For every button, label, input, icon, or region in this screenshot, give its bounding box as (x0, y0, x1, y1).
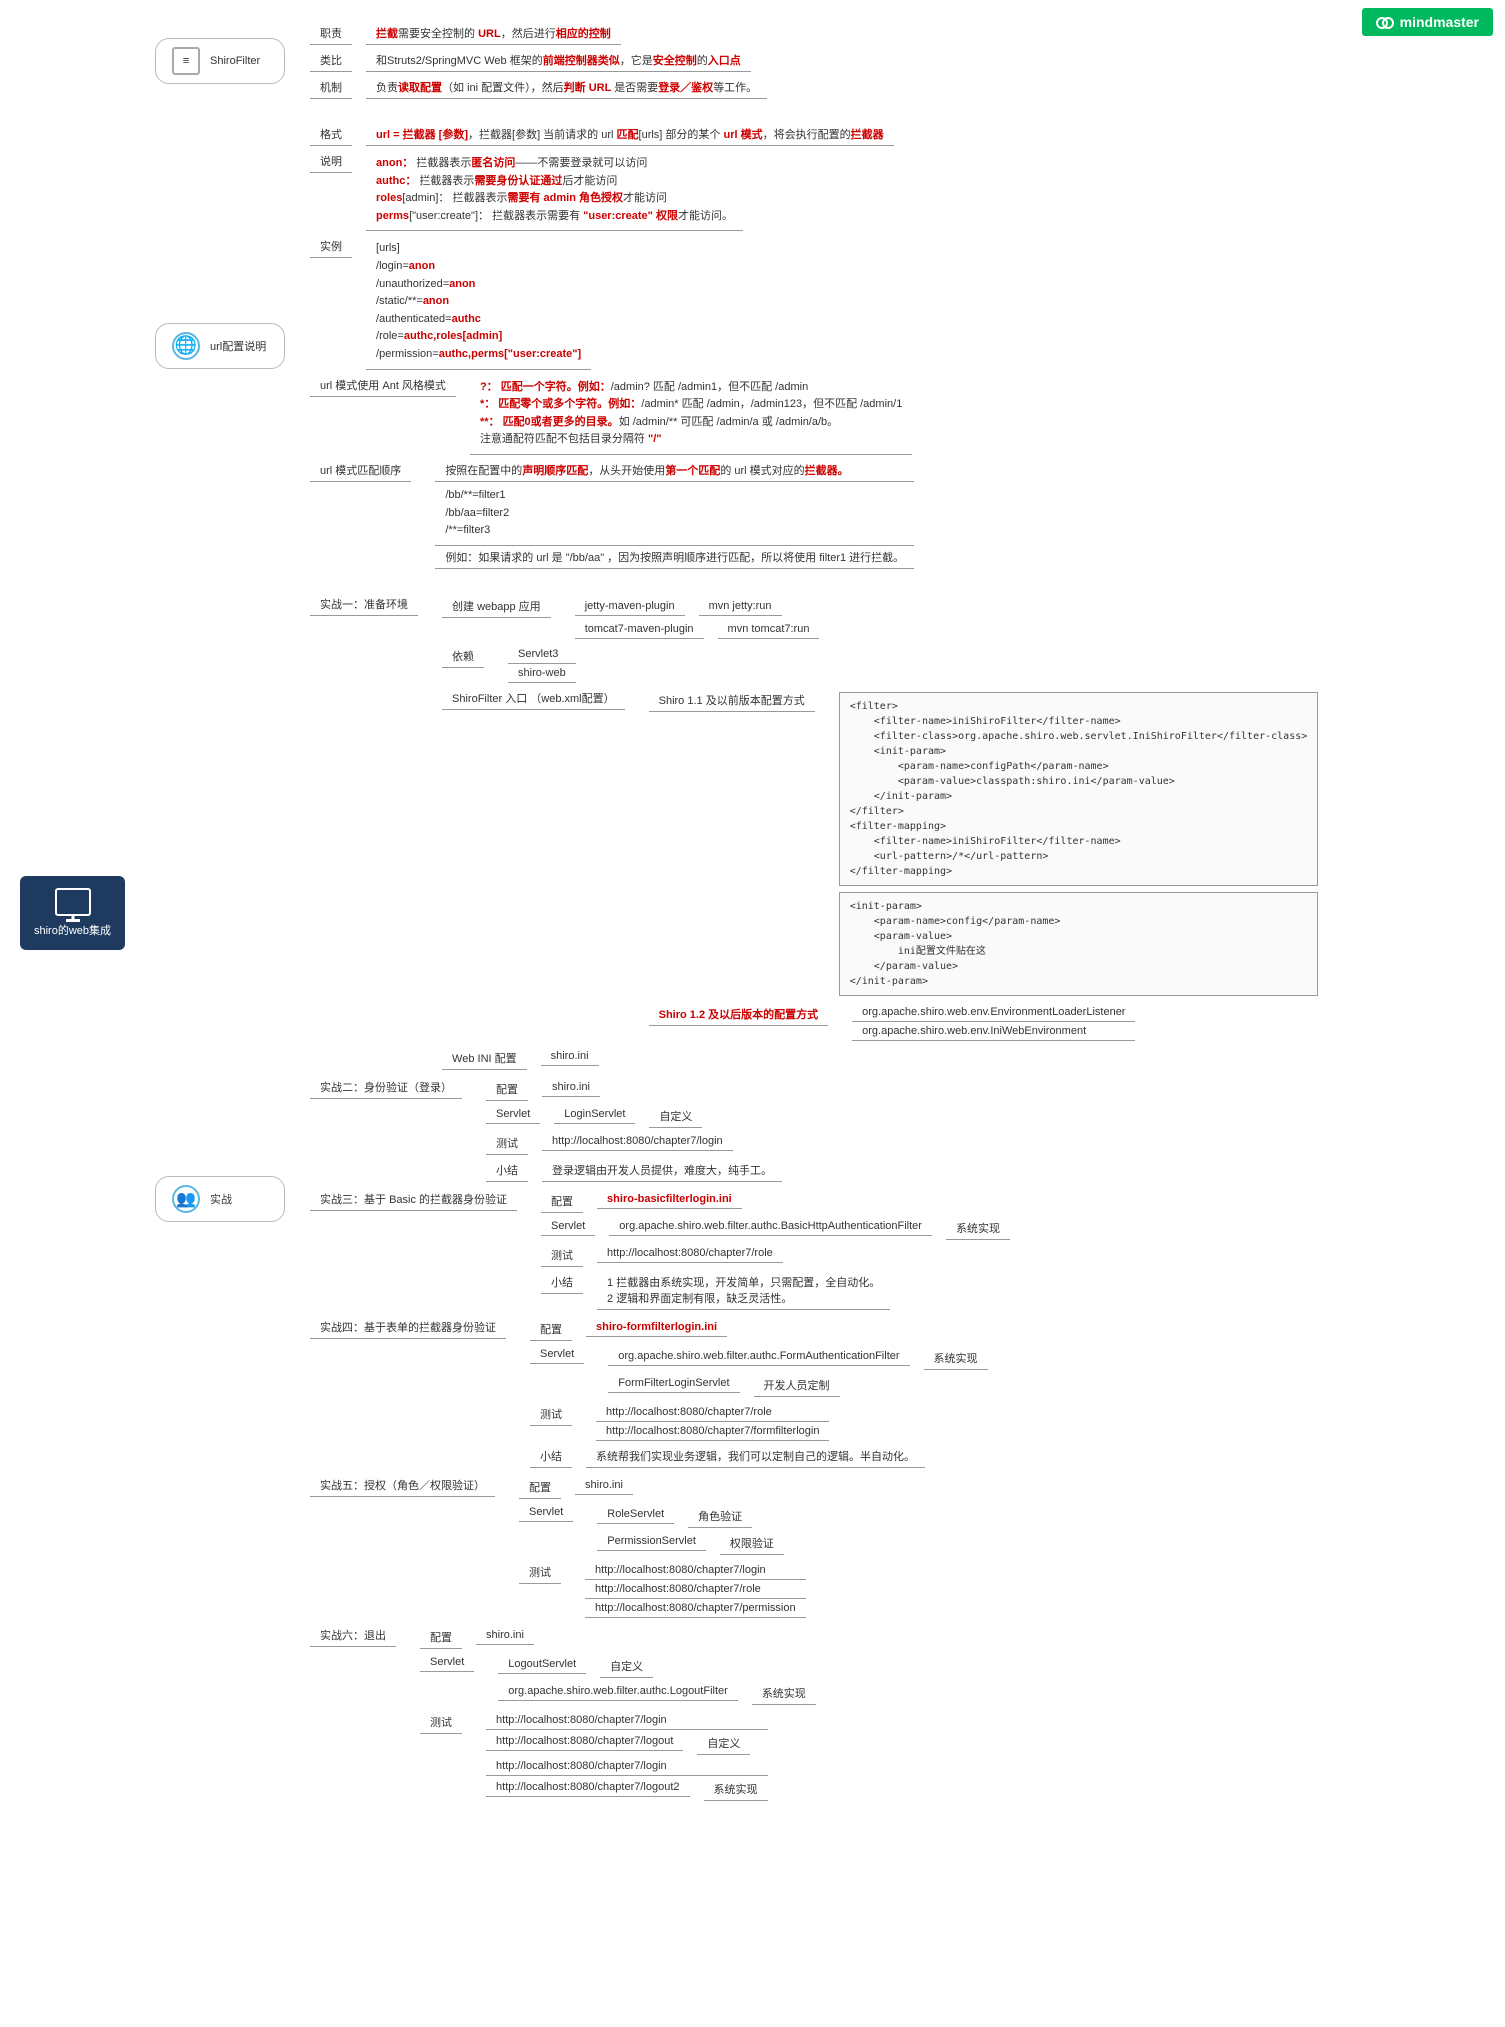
p4: 实战四：基于表单的拦截器身份验证 配置shiro-formfilterlogin… (310, 1316, 1318, 1470)
branch-practice: 实战 实战一：准备环境 创建 webapp 应用 jetty-maven-plu… (155, 591, 1318, 1807)
p6: 实战六：退出 配置shiro.ini Servlet LogoutServlet… (310, 1624, 1318, 1805)
logo-icon (1376, 15, 1394, 29)
node-practice[interactable]: 实战 (155, 1176, 285, 1222)
uc-example: 实例 [urls]/login=anon/unauthorized=anon/s… (310, 235, 914, 369)
uc-explain: 说明 anon： 拦截器表示匿名访问——不需要登录就可以访问 authc： 拦截… (310, 150, 914, 231)
uc-ant: url 模式使用 Ant 风格模式 ?： 匹配一个字符。例如：/admin? 匹… (310, 374, 914, 455)
mindmap: shiro的web集成 ≡ ShiroFilter 职责 拦截需要安全控制的 U… (20, 20, 1485, 1807)
uc-format: 格式 url = 拦截器 [参数]，拦截器[参数] 当前请求的 url 匹配[u… (310, 123, 914, 146)
sf-row-1: 类比 和Struts2/SpringMVC Web 框架的前端控制器类似，它是安… (310, 49, 767, 72)
doc-icon: ≡ (172, 47, 200, 75)
branch-urlconfig: url配置说明 格式 url = 拦截器 [参数]，拦截器[参数] 当前请求的 … (155, 121, 1318, 571)
root-node[interactable]: shiro的web集成 (20, 876, 125, 950)
shirofilter-title: ShiroFilter (210, 55, 260, 67)
node-shirofilter[interactable]: ≡ ShiroFilter (155, 38, 285, 84)
root-title: shiro的web集成 (34, 922, 111, 938)
p5: 实战五：授权（角色／权限验证） 配置shiro.ini Servlet Role… (310, 1474, 1318, 1620)
monitor-icon (55, 888, 91, 916)
globe-icon (172, 332, 200, 360)
sf-row-2: 机制 负责读取配置（如 ini 配置文件），然后判断 URL 是否需要登录／鉴权… (310, 76, 767, 99)
p1: 实战一：准备环境 创建 webapp 应用 jetty-maven-plugin… (310, 593, 1318, 1072)
people-icon (172, 1185, 200, 1213)
practice-title: 实战 (210, 1191, 232, 1207)
mindmaster-logo: mindmaster (1362, 8, 1493, 36)
urlconfig-title: url配置说明 (210, 338, 266, 354)
sf-row-0: 职责 拦截需要安全控制的 URL，然后进行相应的控制 (310, 22, 767, 45)
node-urlconfig[interactable]: url配置说明 (155, 323, 285, 369)
code-filter-1: <filter> <filter-name>iniShiroFilter</fi… (839, 692, 1319, 886)
p3: 实战三：基于 Basic 的拦截器身份验证 配置shiro-basicfilte… (310, 1188, 1318, 1312)
p2: 实战二：身份验证（登录） 配置shiro.ini ServletLoginSer… (310, 1076, 1318, 1184)
code-filter-2: <init-param> <param-name>config</param-n… (839, 892, 1319, 996)
uc-order: url 模式匹配顺序 按照在配置中的声明顺序匹配，从头开始使用第一个匹配的 ur… (310, 459, 914, 569)
branch-shirofilter: ≡ ShiroFilter 职责 拦截需要安全控制的 URL，然后进行相应的控制… (155, 20, 1318, 101)
logo-text: mindmaster (1400, 14, 1479, 30)
